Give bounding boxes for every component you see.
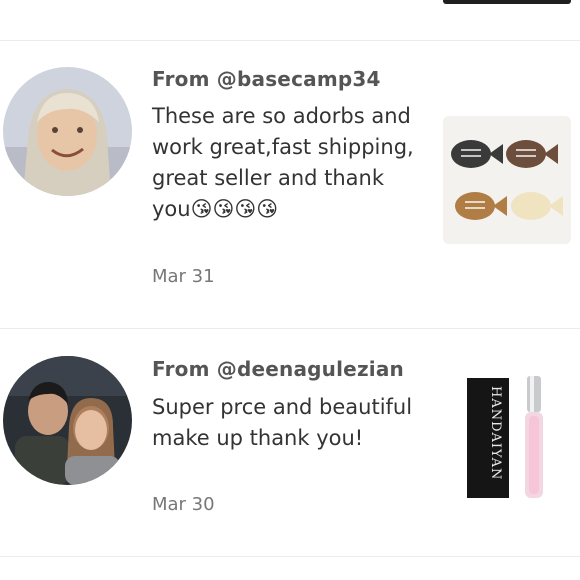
divider xyxy=(0,40,580,41)
review-date: Mar 31 xyxy=(152,266,215,287)
product-thumbnail[interactable] xyxy=(443,116,571,244)
avatar[interactable] xyxy=(3,67,132,196)
user-avatar-photo-icon xyxy=(3,356,132,485)
previous-product-thumbnail-edge[interactable] xyxy=(443,0,571,4)
kiss-emoji-icon: 😘😘😘😘 xyxy=(190,197,279,221)
divider xyxy=(0,328,580,329)
review-comment: Super prce and beautiful make up thank y… xyxy=(152,395,413,450)
review-date: Mar 30 xyxy=(152,494,215,515)
divider xyxy=(0,556,580,557)
svg-text:HANDAIYAN: HANDAIYAN xyxy=(488,386,503,480)
review-author[interactable]: From @basecamp34 xyxy=(152,67,381,91)
lip-gloss-product-photo-icon: HANDAIYAN xyxy=(443,374,571,502)
fish-clip-product-photo-icon xyxy=(443,116,571,244)
product-thumbnail[interactable]: HANDAIYAN xyxy=(443,374,571,502)
review-author[interactable]: From @deenagulezian xyxy=(152,357,404,381)
avatar[interactable] xyxy=(3,356,132,485)
review-comment: These are so adorbs and work great,fast … xyxy=(152,101,422,225)
user-avatar-photo-icon xyxy=(3,67,132,196)
